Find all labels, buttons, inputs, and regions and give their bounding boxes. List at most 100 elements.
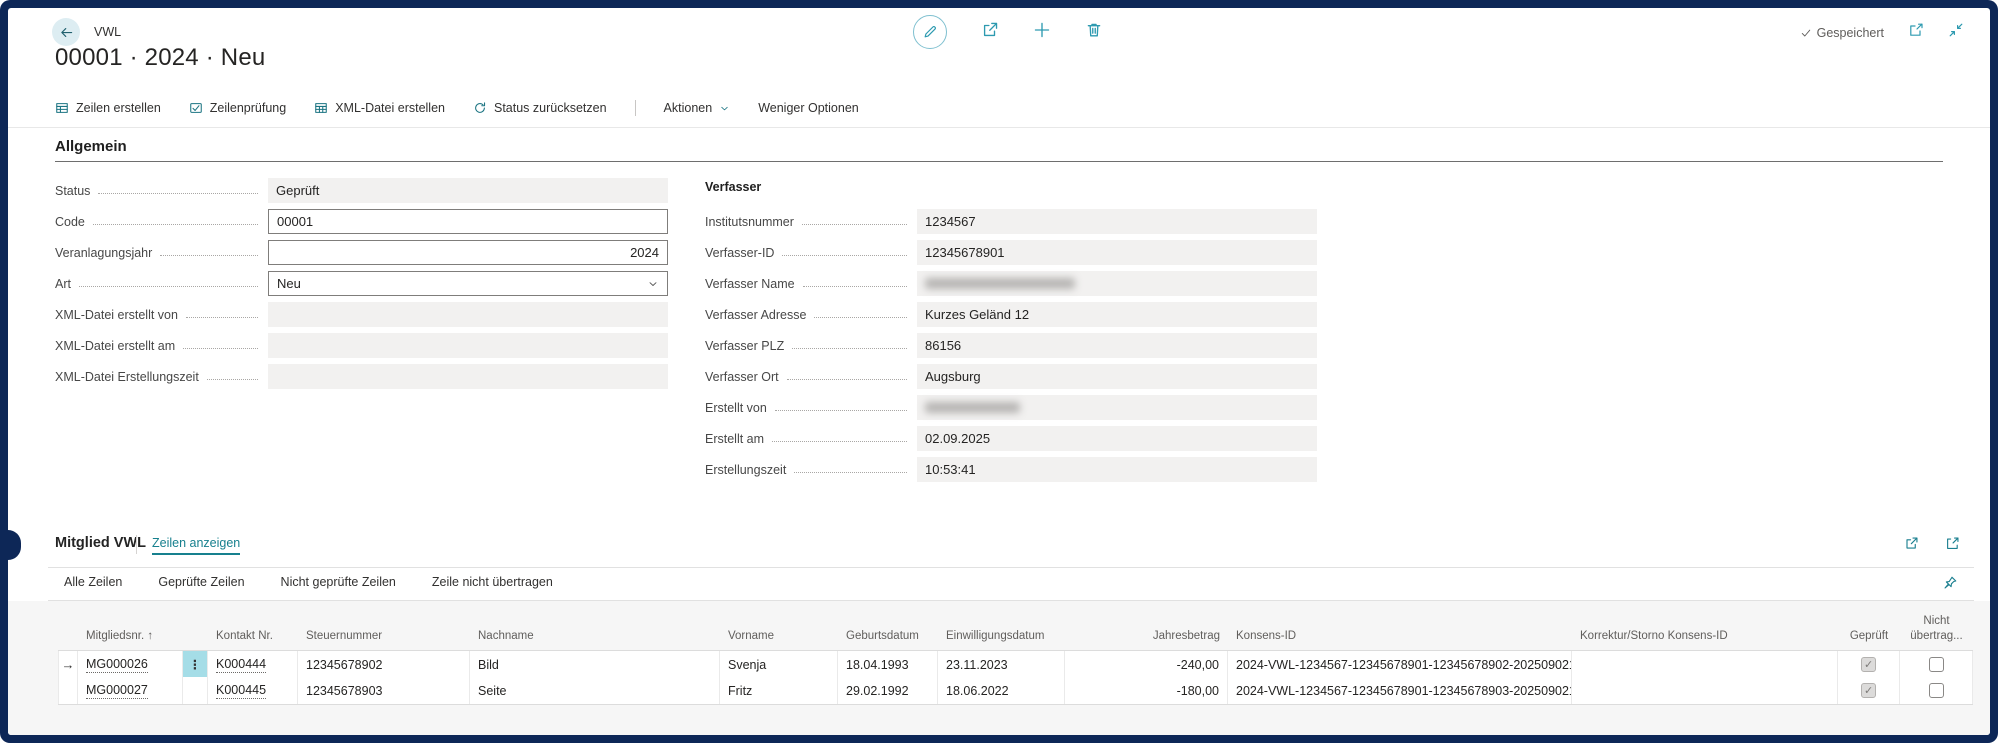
cell-nicht_uebertragen[interactable] <box>1900 651 1973 678</box>
col-header-jahresbetrag[interactable]: Jahresbetrag <box>1065 629 1228 650</box>
cell-jahresbetrag[interactable]: -240,00 <box>1065 651 1228 678</box>
filter-pin-wrap <box>1943 575 1958 595</box>
table-row[interactable]: →MG000026⋮K00044412345678902BildSvenja18… <box>58 650 1973 679</box>
edit-button[interactable] <box>913 15 947 49</box>
add-button[interactable] <box>1033 21 1051 44</box>
back-button[interactable] <box>52 18 80 46</box>
fewer-options-button[interactable]: Weniger Optionen <box>758 101 859 115</box>
dotted-leader <box>814 305 907 318</box>
field-label-status: Status <box>55 184 90 198</box>
dotted-leader <box>775 398 907 411</box>
cell-kontakt_nr[interactable]: K000445 <box>208 677 298 704</box>
geprueft-checkbox <box>1861 657 1876 672</box>
cell-vorname[interactable]: Svenja <box>720 651 838 678</box>
filter-tab-zeile-nicht-uebertragen[interactable]: Zeile nicht übertragen <box>432 575 553 589</box>
field-input-veranlagungsjahr[interactable] <box>277 245 659 260</box>
cmd-zeilen-erstellen[interactable]: Zeilen erstellen <box>55 101 161 115</box>
dotted-leader <box>792 336 907 349</box>
filter-tab-alle-zeilen[interactable]: Alle Zeilen <box>64 575 122 589</box>
col-header-kontakt_nr[interactable]: Kontakt Nr. <box>208 629 298 650</box>
field-row-erstellungszeit: Erstellungszeit10:53:41 <box>705 457 1317 482</box>
dotted-leader <box>98 181 258 194</box>
section-heading-allgemein[interactable]: Allgemein <box>55 138 127 155</box>
nicht_uebertragen-checkbox[interactable] <box>1929 657 1944 672</box>
cell-kontakt_nr[interactable]: K000444 <box>208 651 298 678</box>
cell-korrektur_storno_konsens_id[interactable] <box>1572 677 1838 704</box>
table-row[interactable]: MG000027 K000445 12345678903SeiteFritz29.0… <box>58 677 1973 705</box>
cell-mitgliedsnr[interactable]: MG000027 <box>78 677 183 704</box>
zeilen-anzeigen-link[interactable]: Zeilen anzeigen <box>152 536 240 555</box>
fewer-options-label: Weniger Optionen <box>758 101 859 115</box>
cell-mitgliedsnr[interactable]: MG000026 <box>78 651 183 678</box>
col-header-vorname[interactable]: Vorname <box>720 629 838 650</box>
breadcrumb[interactable]: VWL <box>94 25 121 39</box>
topbar-right: Gespeichert <box>1800 22 1964 43</box>
filter-tab-gepruefte-zeilen[interactable]: Geprüfte Zeilen <box>158 575 244 589</box>
cell-einwilligungsdatum[interactable]: 18.06.2022 <box>938 677 1065 704</box>
col-header-geburtsdatum[interactable]: Geburtsdatum <box>838 629 938 650</box>
link-kontakt_nr[interactable]: K000445 <box>216 683 266 699</box>
collapse-button[interactable] <box>1948 22 1964 43</box>
col-header-einwilligungsdatum[interactable]: Einwilligungsdatum <box>938 629 1065 650</box>
cmd-xml-datei-erstellen[interactable]: XML-Datei erstellen <box>314 101 445 115</box>
popout-button[interactable] <box>1908 22 1924 43</box>
dotted-leader <box>782 243 907 256</box>
actions-menu-button[interactable]: Aktionen <box>664 101 731 115</box>
cmd-status-zuruecksetzen[interactable]: Status zurücksetzen <box>473 101 607 115</box>
cell-geburtsdatum[interactable]: 18.04.1993 <box>838 651 938 678</box>
reset-status-icon <box>473 101 487 115</box>
row-options-menu[interactable]: ⋮ <box>183 651 208 678</box>
cell-konsens_id[interactable]: 2024-VWL-1234567-12345678901-12345678902… <box>1228 651 1572 678</box>
col-header-steuernummer[interactable]: Steuernummer <box>298 629 470 650</box>
dotted-leader <box>93 212 258 225</box>
cell-nachname[interactable]: Bild <box>470 651 720 678</box>
filter-pin-button[interactable] <box>1943 575 1958 595</box>
share-icon <box>981 21 999 39</box>
cell-einwilligungsdatum[interactable]: 23.11.2023 <box>938 651 1065 678</box>
field-value-erstellungszeit: 10:53:41 <box>917 457 1317 482</box>
redacted-value <box>925 278 1075 289</box>
cell-steuernummer[interactable]: 12345678903 <box>298 677 470 704</box>
link-kontakt_nr[interactable]: K000444 <box>216 657 266 673</box>
field-value-status: Geprüft <box>268 178 668 203</box>
col-header-nachname[interactable]: Nachname <box>470 629 720 650</box>
cell-vorname[interactable]: Fritz <box>720 677 838 704</box>
cmd-zeilenpruefung[interactable]: Zeilenprüfung <box>189 101 286 115</box>
filter-tab-nicht-gepruefte-zeilen[interactable]: Nicht geprüfte Zeilen <box>281 575 396 589</box>
cell-nicht_uebertragen[interactable] <box>1900 677 1973 704</box>
cmd-label: Zeilen erstellen <box>76 101 161 115</box>
field-label-veranlagungsjahr: Veranlagungsjahr <box>55 246 152 260</box>
col-header-konsens_id[interactable]: Konsens-ID <box>1228 629 1572 650</box>
cmd-label: Status zurücksetzen <box>494 101 607 115</box>
link-mitgliedsnr[interactable]: MG000026 <box>86 657 148 673</box>
side-panel-handle[interactable] <box>8 530 21 560</box>
col-header-geprueft[interactable]: Geprüft <box>1838 629 1900 650</box>
create-lines-icon <box>55 101 69 115</box>
share-button[interactable] <box>981 21 999 44</box>
field-row-xml-datei-erstellt-von: XML-Datei erstellt von <box>55 302 668 327</box>
cmd-label: XML-Datei erstellen <box>335 101 445 115</box>
cell-korrektur_storno_konsens_id[interactable] <box>1572 651 1838 678</box>
geprueft-checkbox <box>1861 683 1876 698</box>
cell-konsens_id[interactable]: 2024-VWL-1234567-12345678901-12345678903… <box>1228 677 1572 704</box>
col-header-nicht_uebertragen[interactable]: Nicht übertrag... <box>1900 614 1973 650</box>
field-value-art[interactable]: Neu <box>268 271 668 296</box>
delete-button[interactable] <box>1085 21 1103 44</box>
redacted-value <box>925 402 1020 413</box>
dotted-leader <box>183 336 258 349</box>
checkmark-icon <box>1800 27 1812 39</box>
line-filter-tabs: Alle Zeilen Geprüfte Zeilen Nicht geprüfte… <box>64 575 553 589</box>
nicht_uebertragen-checkbox[interactable] <box>1929 683 1944 698</box>
share-button[interactable] <box>1904 536 1919 556</box>
expand-button[interactable] <box>1945 536 1960 556</box>
cell-nachname[interactable]: Seite <box>470 677 720 704</box>
cell-steuernummer[interactable]: 12345678902 <box>298 651 470 678</box>
command-bar: Zeilen erstellen Zeilenprüfung XML-Datei e… <box>55 94 859 122</box>
cell-geburtsdatum[interactable]: 29.02.1992 <box>838 677 938 704</box>
col-header-mitgliedsnr[interactable]: Mitgliedsnr. ↑ <box>78 629 183 650</box>
col-header-korrektur_storno_konsens_id[interactable]: Korrektur/Storno Konsens-ID <box>1572 629 1838 650</box>
field-input-code[interactable] <box>277 214 659 229</box>
field-value-code <box>268 209 668 234</box>
link-mitgliedsnr[interactable]: MG000027 <box>86 683 148 699</box>
cell-jahresbetrag[interactable]: -180,00 <box>1065 677 1228 704</box>
